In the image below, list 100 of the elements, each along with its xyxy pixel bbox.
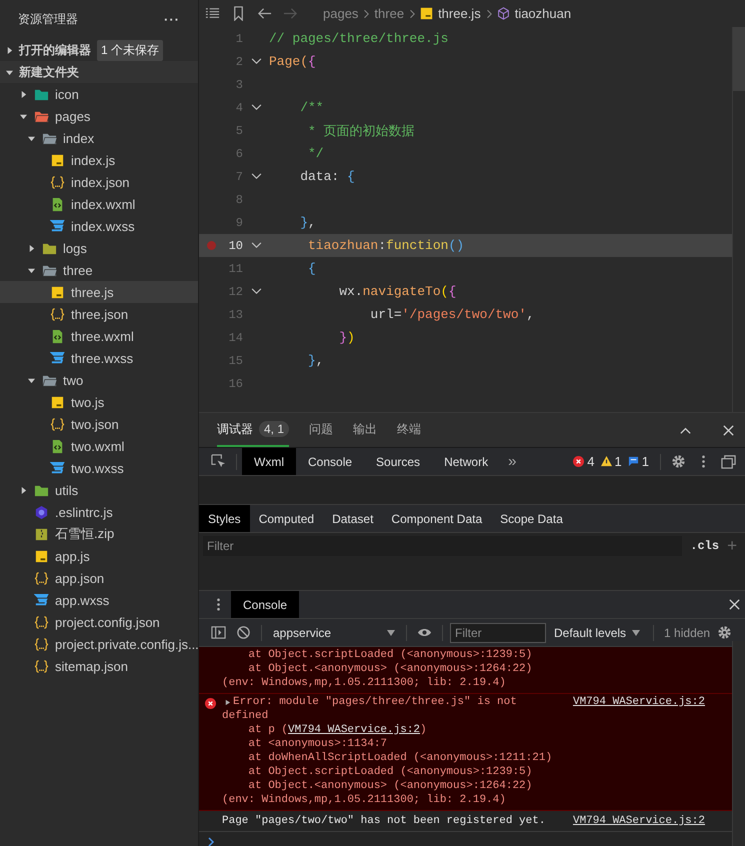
file-name: three xyxy=(63,262,93,278)
warning-count[interactable]: 1 xyxy=(614,454,622,469)
fold-chevron-icon[interactable] xyxy=(250,173,262,180)
section-header[interactable]: 新建文件夹 xyxy=(0,61,198,83)
code-line: /** xyxy=(299,100,324,115)
tree-item[interactable]: three.wxss xyxy=(0,347,198,369)
message-text: at Object.scriptLoaded (<anonymous>:1239:5) xyxy=(247,766,532,778)
file-name: .eslintrc.js xyxy=(55,504,113,520)
file-name: app.js xyxy=(55,548,90,564)
tree-item[interactable]: index xyxy=(0,127,198,149)
tree-item[interactable]: logs xyxy=(0,237,198,259)
tree-item[interactable]: two.wxml xyxy=(0,435,198,457)
drawer-tab[interactable]: Console xyxy=(231,591,300,618)
back-arrow-icon[interactable] xyxy=(257,6,272,21)
more-tabs-button[interactable]: » xyxy=(500,453,524,470)
bookmark-icon[interactable] xyxy=(231,6,246,21)
styles-tab[interactable]: Scope Data xyxy=(491,505,572,532)
tree-item[interactable]: pages xyxy=(0,105,198,127)
message-text: (env: Windows,mp,1.05.2111300; lib: 2.19.4) xyxy=(222,794,506,806)
message-text: at Object.<anonymous> (<anonymous>:1264:22) xyxy=(247,663,532,675)
tree-item[interactable]: index.js xyxy=(0,149,198,171)
tree-item[interactable]: utils xyxy=(0,479,198,501)
cube-icon xyxy=(496,7,510,20)
message-text: at Object.scriptLoaded (<anonymous>:1239:5) xyxy=(247,649,532,661)
message-text: at doWhenAllScriptLoaded (<anonymous>:1211:21) xyxy=(247,752,552,764)
styles-tab[interactable]: Dataset xyxy=(323,505,382,532)
devtools-tab[interactable]: Console xyxy=(296,448,364,475)
devtools-tab[interactable]: Network xyxy=(432,448,500,475)
devtools-tab[interactable]: Wxml xyxy=(242,448,296,475)
tree-item[interactable]: app.json xyxy=(0,567,198,589)
tree-item[interactable]: three xyxy=(0,259,198,281)
source-link[interactable]: VM794 WAService.js:2 xyxy=(572,814,705,828)
chevron-right-icon xyxy=(486,8,492,18)
log-levels-select[interactable]: Default levels xyxy=(546,626,648,640)
panel-tab[interactable]: 终端 xyxy=(397,413,422,447)
section-label: 新建文件夹 xyxy=(19,64,79,80)
tree-item[interactable]: .eslintrc.js xyxy=(0,501,198,523)
devtools-tab[interactable]: Sources xyxy=(364,448,432,475)
close-icon[interactable] xyxy=(728,598,741,611)
fold-chevron-icon[interactable] xyxy=(250,242,262,249)
tree-item[interactable]: two xyxy=(0,369,198,391)
settings-icon[interactable] xyxy=(717,625,732,640)
section-header[interactable]: 打开的编辑器 1 个未保存 xyxy=(0,39,198,61)
panel-tab[interactable]: 问题 xyxy=(309,413,334,447)
cls-button[interactable]: .cls xyxy=(690,539,720,553)
styles-tab[interactable]: Styles xyxy=(199,505,250,532)
error-count[interactable]: 4 xyxy=(587,454,595,469)
styles-filter-field[interactable]: Filter xyxy=(203,536,682,556)
info-count[interactable]: 1 xyxy=(642,454,649,469)
fold-chevron-icon[interactable] xyxy=(250,58,262,65)
sidebar-toggle-icon[interactable] xyxy=(211,625,226,640)
outline-list-icon[interactable] xyxy=(205,6,220,21)
breadcrumb-item[interactable]: three.js xyxy=(438,6,481,21)
tree-item[interactable]: two.js xyxy=(0,391,198,413)
breadcrumb-item[interactable]: pages xyxy=(323,6,358,21)
tree-item[interactable]: index.wxml xyxy=(0,193,198,215)
code-line: Page({ xyxy=(269,54,316,69)
scrollbar[interactable] xyxy=(732,641,745,846)
more-button[interactable]: ··· xyxy=(164,12,180,27)
inspect-icon[interactable] xyxy=(211,454,226,469)
clear-console-icon[interactable] xyxy=(236,625,251,640)
tree-item[interactable]: app.wxss xyxy=(0,589,198,611)
dock-icon[interactable] xyxy=(721,454,736,469)
context-select[interactable]: appservice xyxy=(267,626,401,640)
tree-item[interactable]: app.js xyxy=(0,545,198,567)
explorer-title: 资源管理器 xyxy=(18,11,78,28)
expand-triangle-icon[interactable] xyxy=(224,698,231,706)
close-icon[interactable] xyxy=(722,424,735,436)
settings-icon[interactable] xyxy=(671,454,686,469)
tree-item[interactable]: icon xyxy=(0,83,198,105)
tree-item[interactable]: project.config.json xyxy=(0,611,198,633)
styles-tab[interactable]: Computed xyxy=(250,505,324,532)
line-number: 8 xyxy=(234,192,243,206)
tree-item[interactable]: project.private.config.js... xyxy=(0,633,198,655)
tree-item[interactable]: three.wxml xyxy=(0,325,198,347)
console-filter-field[interactable]: Filter xyxy=(450,622,546,642)
tree-item[interactable]: index.wxss xyxy=(0,215,198,237)
file-name: two xyxy=(63,372,84,388)
scrollbar[interactable] xyxy=(732,27,745,412)
source-link[interactable]: VM794 WAService.js:2 xyxy=(572,695,705,709)
chevron-right-icon xyxy=(363,8,370,18)
tree-item[interactable]: two.json xyxy=(0,413,198,435)
fold-chevron-icon[interactable] xyxy=(250,288,262,295)
tree-item[interactable]: 石雪恒.zip xyxy=(0,523,198,545)
file-name: index.json xyxy=(71,174,130,190)
breadcrumb-item[interactable]: tiaozhuan xyxy=(514,6,572,21)
tree-item[interactable]: two.wxss xyxy=(0,457,198,479)
breadcrumb-item[interactable]: three xyxy=(374,6,404,21)
prompt-chevron-icon[interactable] xyxy=(207,837,215,846)
fold-chevron-icon[interactable] xyxy=(250,104,262,111)
panel-tab[interactable]: 输出 xyxy=(353,413,378,447)
tree-item[interactable]: three.js xyxy=(0,281,198,303)
styles-tab[interactable]: Component Data xyxy=(382,505,492,532)
file-name: project.config.json xyxy=(55,614,160,630)
source-link[interactable]: VM794 WAService.js:2 xyxy=(288,724,420,736)
tree-item[interactable]: sitemap.json xyxy=(0,655,198,677)
message-text: at p (VM794 WAService.js:2) xyxy=(247,724,427,736)
file-name: sitemap.json xyxy=(55,658,128,674)
tree-item[interactable]: index.json xyxy=(0,171,198,193)
tree-item[interactable]: three.json xyxy=(0,303,198,325)
